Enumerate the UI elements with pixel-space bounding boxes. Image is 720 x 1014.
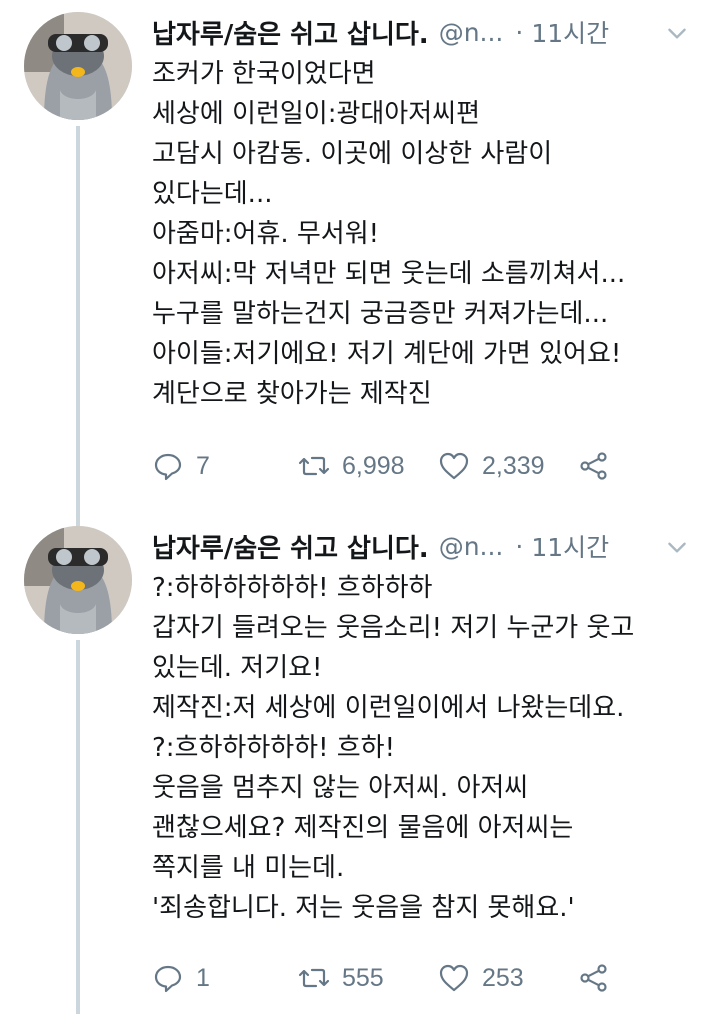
tweet-line: 쪽지를 내 미는데. xyxy=(152,853,345,883)
tweet-header: 납자루/숨은 쉬고 삽니다. @n... · 11시간 xyxy=(152,12,704,52)
tweet-actions: 1 555 253 xyxy=(152,958,700,998)
tweet[interactable]: 납자루/숨은 쉬고 삽니다. @n... · 11시간 조커가 한국이었다면 세… xyxy=(0,0,720,526)
tweet-line: 웃음을 멈추지 않는 아저씨. 아저씨 xyxy=(152,773,529,803)
tweet-line: 아저씨:막 저녁만 되면 웃는데 소름끼쳐서... xyxy=(152,259,626,289)
like-button[interactable]: 2,339 xyxy=(438,450,578,482)
user-handle[interactable]: @n... xyxy=(439,532,504,561)
separator-dot: · xyxy=(515,531,524,561)
tweet-line: 갑자기 들려오는 웃음소리! 저기 누군가 웃고 xyxy=(152,613,635,643)
separator-dot: · xyxy=(515,17,524,47)
retweet-count: 555 xyxy=(342,963,384,992)
share-button[interactable] xyxy=(578,962,610,994)
retweet-button[interactable]: 6,998 xyxy=(298,450,438,482)
tweet-line: ?:하하하하하하! 흐하하하 xyxy=(152,573,433,603)
reply-count: 1 xyxy=(196,963,210,992)
reply-button[interactable]: 7 xyxy=(152,450,298,482)
tweet-line: 세상에 이런일이:광대아저씨편 xyxy=(152,99,480,129)
retweet-count: 6,998 xyxy=(342,451,405,480)
tweet-line: 제작진:저 세상에 이런일이에서 나왔는데요. xyxy=(152,693,625,723)
avatar-penguin-image xyxy=(24,526,132,634)
thread-line xyxy=(76,640,80,1014)
heart-icon xyxy=(439,964,469,992)
tweet-line: 괜찮으세요? 제작진의 물음에 아저씨는 xyxy=(152,813,574,843)
avatar-penguin-image xyxy=(24,12,132,120)
tweet-line: 아줌마:어휴. 무서워! xyxy=(152,219,380,249)
heart-icon xyxy=(439,452,469,480)
avatar[interactable] xyxy=(24,526,132,634)
share-icon xyxy=(580,964,607,992)
tweet-line: 조커가 한국이었다면 xyxy=(152,59,376,89)
tweet-text: 조커가 한국이었다면 세상에 이런일이:광대아저씨편 고담시 아캄동. 이곳에 … xyxy=(152,54,700,414)
like-button[interactable]: 253 xyxy=(438,962,578,994)
reply-icon xyxy=(154,965,182,993)
retweet-button[interactable]: 555 xyxy=(298,962,438,994)
chevron-down-icon[interactable] xyxy=(664,534,690,560)
share-icon xyxy=(580,452,607,480)
tweet-line: '죄송합니다. 저는 웃음을 참지 못해요.' xyxy=(152,893,575,923)
like-count: 253 xyxy=(482,963,524,992)
retweet-icon xyxy=(298,456,330,476)
chevron-down-icon[interactable] xyxy=(664,20,690,46)
retweet-icon xyxy=(298,968,330,988)
reply-button[interactable]: 1 xyxy=(152,962,298,994)
tweet-line: 고담시 아캄동. 이곳에 이상한 사람이 xyxy=(152,139,553,169)
tweet-line: 있는데. 저기요! xyxy=(152,653,323,683)
reply-icon xyxy=(154,453,182,481)
tweet-line: 있다는데... xyxy=(152,179,273,209)
timestamp[interactable]: 11시간 xyxy=(531,528,609,564)
tweet-line: 계단으로 찾아가는 제작진 xyxy=(152,379,432,409)
tweet[interactable]: 납자루/숨은 쉬고 삽니다. @n... · 11시간 ?:하하하하하하! 흐하… xyxy=(0,514,720,1014)
tweet-line: 아이들:저기에요! 저기 계단에 가면 있어요! xyxy=(152,339,622,369)
display-name[interactable]: 납자루/숨은 쉬고 삽니다. xyxy=(152,14,429,51)
tweet-text: ?:하하하하하하! 흐하하하 갑자기 들려오는 웃음소리! 저기 누군가 웃고 … xyxy=(152,568,700,928)
share-button[interactable] xyxy=(578,450,610,482)
display-name[interactable]: 납자루/숨은 쉬고 삽니다. xyxy=(152,528,429,565)
user-handle[interactable]: @n... xyxy=(439,18,504,47)
tweet-line: ?:흐하하하하하! 흐하! xyxy=(152,733,396,763)
thread-line xyxy=(76,126,80,526)
tweet-header: 납자루/숨은 쉬고 삽니다. @n... · 11시간 xyxy=(152,526,704,566)
tweet-actions: 7 6,998 2,339 xyxy=(152,446,700,486)
like-count: 2,339 xyxy=(482,451,545,480)
avatar[interactable] xyxy=(24,12,132,120)
tweet-line: 누구를 말하는건지 궁금증만 커져가는데... xyxy=(152,299,609,329)
timestamp[interactable]: 11시간 xyxy=(531,14,609,50)
reply-count: 7 xyxy=(196,451,210,480)
